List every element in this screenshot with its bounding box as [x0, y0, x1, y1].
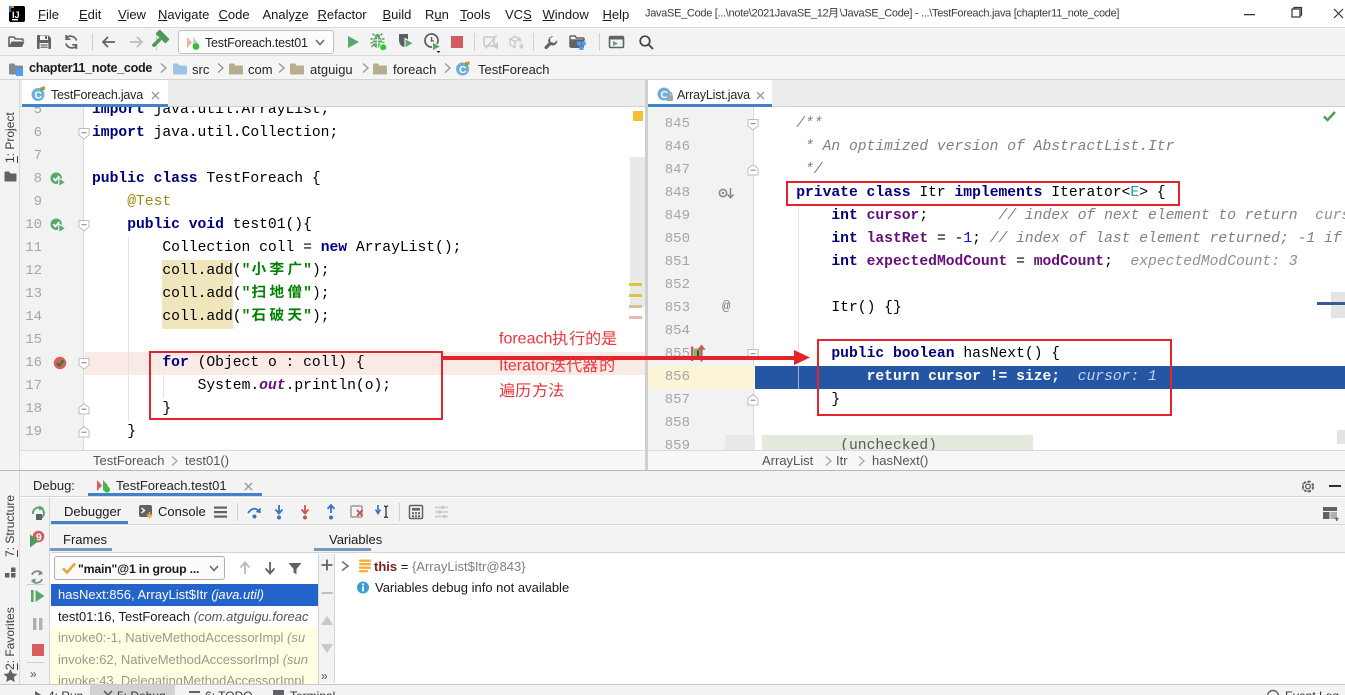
svg-text:IJ: IJ [12, 10, 20, 20]
svg-text:C: C [35, 90, 43, 102]
